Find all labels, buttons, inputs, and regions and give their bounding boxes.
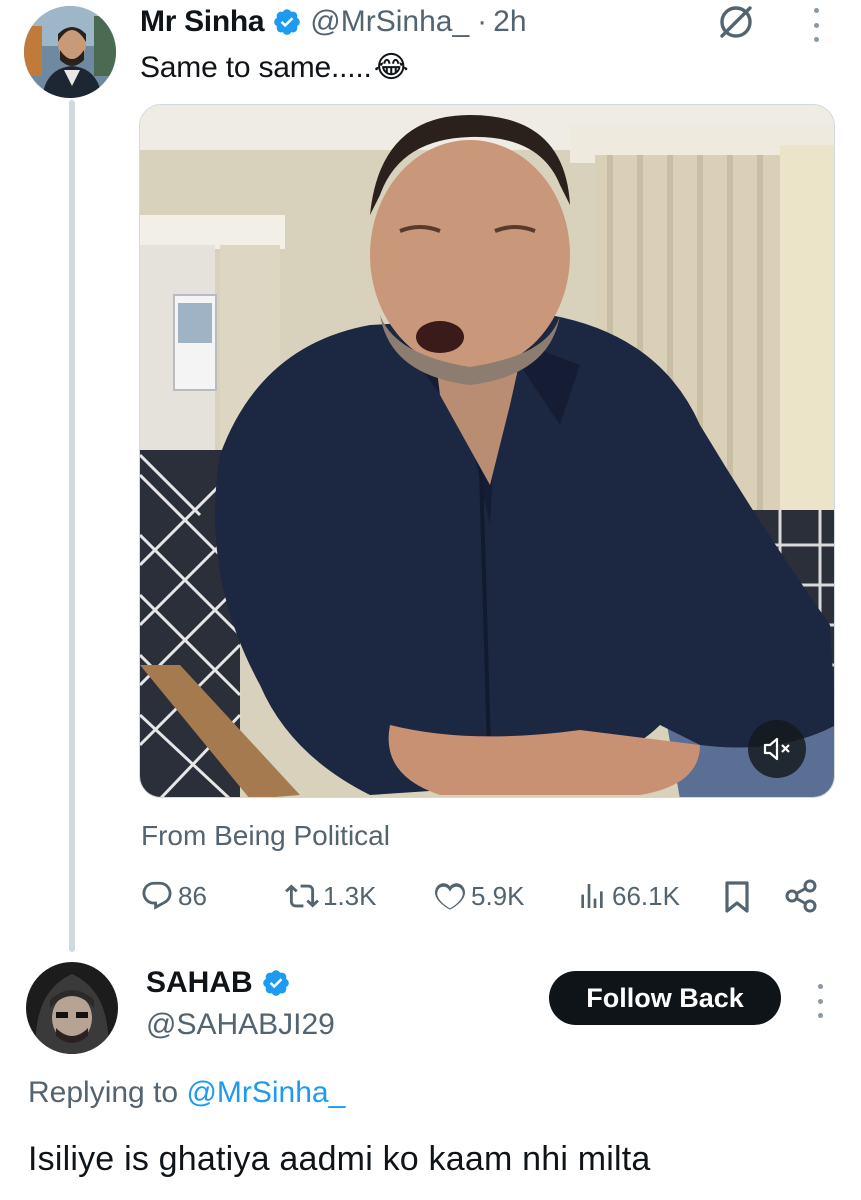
follow-back-button[interactable]: Follow Back [549, 971, 781, 1025]
tweet-text-content: Same to same..... [140, 50, 372, 84]
reply-text: Isiliye is ghatiya aadmi ko kaam nhi mil… [28, 1140, 651, 1178]
verified-badge-icon [261, 968, 291, 998]
reply-author-name-row: SAHAB [146, 966, 291, 1000]
avatar-photo-icon [26, 962, 118, 1054]
tweet-time[interactable]: 2h [493, 5, 526, 39]
replying-to-line: Replying to @MrSinha_ [28, 1076, 345, 1110]
retweet-icon [285, 884, 319, 908]
separator-dot: · [477, 5, 488, 38]
tweet-header: Mr Sinha @MrSinha_ · 2h [140, 2, 527, 42]
author-name[interactable]: Mr Sinha [140, 5, 265, 39]
more-options-icon[interactable] [806, 8, 826, 42]
reply-count: 86 [178, 880, 207, 911]
mute-toggle-button[interactable] [748, 720, 806, 778]
tweet-text: Same to same..... 😂 [140, 50, 409, 85]
thread-connector-line [69, 100, 75, 952]
speaker-muted-icon [763, 737, 790, 761]
video-frame-illustration [140, 105, 834, 797]
bookmark-icon[interactable] [722, 880, 752, 914]
grok-icon[interactable] [716, 2, 756, 42]
reply-author-name[interactable]: SAHAB [146, 966, 253, 1000]
tweet-video[interactable] [139, 104, 835, 798]
reply-button[interactable]: 86 [140, 876, 207, 916]
views-icon [581, 884, 603, 908]
laughing-emoji: 😂 [373, 51, 409, 84]
views-button[interactable]: 66.1K [576, 876, 680, 916]
media-source-attribution[interactable]: From Being Political [141, 820, 390, 852]
retweet-button[interactable]: 1.3K [285, 876, 377, 916]
views-count: 66.1K [612, 880, 680, 911]
reply-author-avatar[interactable] [26, 962, 118, 1054]
avatar-photo-icon [24, 6, 116, 98]
more-options-icon[interactable] [810, 984, 830, 1018]
like-icon [435, 883, 465, 910]
like-count: 5.9K [471, 880, 525, 911]
like-button[interactable]: 5.9K [433, 876, 525, 916]
verified-badge-icon [272, 7, 302, 37]
author-handle[interactable]: @MrSinha_ [310, 5, 469, 39]
author-avatar[interactable] [24, 6, 116, 98]
reply-author-handle[interactable]: @SAHABJI29 [146, 1008, 335, 1042]
retweet-count: 1.3K [323, 880, 377, 911]
reply-icon [142, 881, 172, 910]
replying-to-prefix: Replying to [28, 1076, 179, 1109]
share-icon[interactable] [784, 878, 818, 914]
replying-to-mention[interactable]: @MrSinha_ [186, 1076, 345, 1109]
